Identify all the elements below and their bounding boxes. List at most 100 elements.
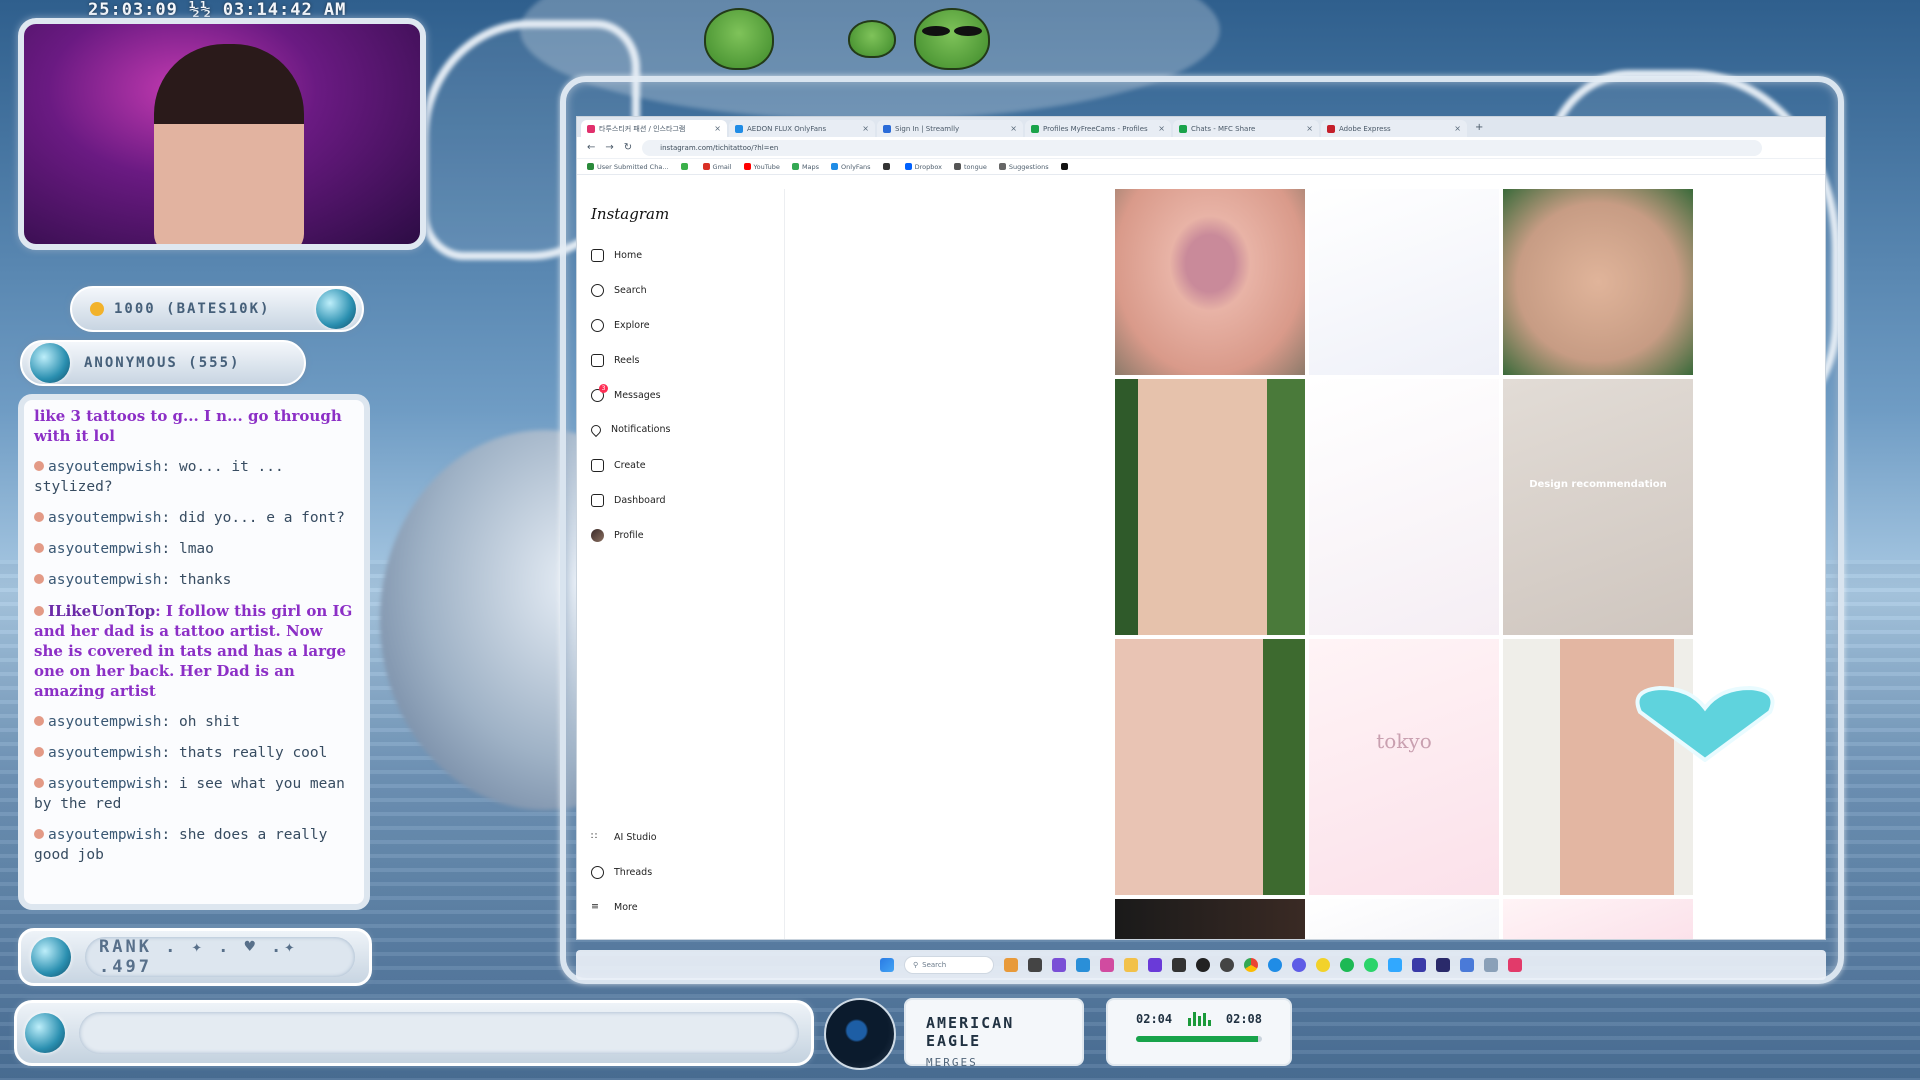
instagram-post[interactable] — [1309, 899, 1499, 939]
app-icon[interactable] — [1508, 958, 1522, 972]
ig-nav-threads[interactable]: Threads — [591, 866, 652, 879]
app-icon[interactable] — [1220, 958, 1234, 972]
bookmark-item[interactable]: Maps — [791, 163, 819, 171]
ig-nav-create[interactable]: Create — [591, 459, 646, 472]
ig-nav-home[interactable]: Home — [591, 249, 642, 262]
browser-window: 타투스티커 패션 / 인스타그램 × AEDON FLUX OnlyFans × Sig… — [576, 116, 1826, 940]
ig-nav-search[interactable]: Search — [591, 284, 647, 297]
new-tab-icon[interactable]: + — [1475, 122, 1483, 133]
bookmark-item[interactable]: User Submitted Cha... — [587, 163, 669, 171]
ig-nav-notifications[interactable]: Notifications — [588, 422, 670, 437]
song-progress-fill — [1136, 1036, 1259, 1042]
file-explorer-icon[interactable] — [1124, 958, 1138, 972]
app-icon[interactable] — [1148, 958, 1162, 972]
instagram-post[interactable] — [1115, 639, 1305, 895]
app-icon[interactable] — [1316, 958, 1330, 972]
close-tab-icon[interactable]: × — [862, 124, 869, 133]
app-icon[interactable] — [1196, 958, 1210, 972]
instagram-post[interactable] — [1309, 189, 1499, 375]
last-donor-text: ANONYMOUS (555) — [84, 355, 241, 371]
bookmark-item[interactable]: Dropbox — [904, 163, 942, 171]
ig-nav-dashboard[interactable]: Dashboard — [591, 494, 666, 507]
app-icon[interactable] — [1172, 958, 1186, 972]
close-tab-icon[interactable]: × — [1010, 124, 1017, 133]
instagram-post[interactable]: Design recommendation — [1503, 379, 1693, 635]
bookmark-item[interactable] — [1060, 163, 1071, 170]
chat-username[interactable]: asyoutempwish — [48, 827, 162, 843]
chat-username[interactable]: asyoutempwish — [48, 459, 162, 475]
bookmark-item[interactable] — [680, 163, 691, 170]
instagram-logo[interactable]: Instagram — [591, 205, 669, 223]
close-tab-icon[interactable]: × — [714, 124, 721, 133]
app-icon[interactable] — [1268, 958, 1282, 972]
bookmark-icon — [882, 163, 890, 170]
ig-nav-label: Dashboard — [614, 495, 666, 506]
bookmark-item[interactable]: Suggestions — [998, 163, 1049, 171]
app-icon[interactable] — [1364, 958, 1378, 972]
chat-message: like 3 tattoos to g... I n... go through… — [34, 406, 354, 446]
bookmark-item[interactable] — [882, 163, 893, 170]
bookmark-item[interactable]: OnlyFans — [831, 163, 871, 171]
task-view-icon[interactable] — [1028, 958, 1042, 972]
chat-username[interactable]: asyoutempwish — [48, 572, 162, 588]
app-icon[interactable] — [1076, 958, 1090, 972]
bookmark-item[interactable]: tongue — [953, 163, 987, 171]
windows-start-icon[interactable] — [880, 958, 894, 972]
ig-nav-reels[interactable]: Reels — [591, 354, 639, 367]
reload-icon[interactable]: ↻ — [624, 142, 632, 153]
address-bar[interactable]: instagram.com/tichitattoo/?hl=en — [642, 139, 1763, 156]
browser-tab[interactable]: AEDON FLUX OnlyFans × — [729, 120, 875, 137]
bookmark-item[interactable]: YouTube — [743, 162, 780, 171]
bookmark-icon — [904, 163, 912, 170]
chat-panel[interactable]: like 3 tattoos to g... I n... go through… — [18, 394, 370, 910]
user-badge-icon — [34, 747, 44, 757]
app-icon[interactable] — [1412, 958, 1426, 972]
instagram-post[interactable] — [1115, 899, 1305, 939]
close-tab-icon[interactable]: × — [1306, 124, 1313, 133]
back-icon[interactable]: ← — [587, 142, 595, 153]
chrome-icon[interactable] — [1244, 958, 1258, 972]
ig-nav-label: Threads — [614, 867, 653, 878]
ig-nav-explore[interactable]: Explore — [591, 319, 650, 332]
app-icon[interactable] — [1100, 958, 1114, 972]
instagram-post[interactable] — [1503, 639, 1693, 895]
browser-tab[interactable]: 타투스티커 패션 / 인스타그램 × — [581, 120, 727, 137]
instagram-post[interactable] — [1115, 379, 1305, 635]
app-icon[interactable] — [1484, 958, 1498, 972]
windows-taskbar: ⚲ Search — [576, 950, 1826, 980]
chat-username[interactable]: asyoutempwish — [48, 510, 162, 526]
browser-tab[interactable]: Chats - MFC Share × — [1173, 120, 1319, 137]
app-icon[interactable] — [1460, 958, 1474, 972]
instagram-post[interactable] — [1503, 899, 1693, 939]
ig-nav-messages[interactable]: 3 Messages — [591, 384, 661, 402]
chat-username[interactable]: asyoutempwish — [48, 541, 162, 557]
app-icon[interactable] — [1436, 958, 1450, 972]
instagram-post[interactable] — [1309, 379, 1499, 635]
user-badge-icon — [34, 574, 44, 584]
taskbar-search[interactable]: ⚲ Search — [904, 956, 994, 974]
instagram-post[interactable] — [1503, 189, 1693, 375]
instagram-post[interactable]: tokyo — [1309, 639, 1499, 895]
app-icon[interactable] — [1292, 958, 1306, 972]
browser-tab[interactable]: Profiles MyFreeCams - Profiles × — [1025, 120, 1171, 137]
spotify-icon[interactable] — [1340, 958, 1354, 972]
chat-username[interactable]: ILikeUonTop — [48, 602, 155, 620]
ig-nav-profile[interactable]: Profile — [591, 529, 644, 542]
ig-nav-ai-studio[interactable]: ∷ AI Studio — [591, 831, 657, 844]
forward-icon[interactable]: → — [605, 142, 613, 153]
app-icon[interactable] — [1052, 958, 1066, 972]
bookmark-label: YouTube — [753, 162, 780, 171]
bookmark-icon — [702, 163, 710, 170]
chat-username[interactable]: asyoutempwish — [48, 714, 162, 730]
app-icon[interactable] — [1388, 958, 1402, 972]
browser-tab[interactable]: Sign In | Streamlly × — [877, 120, 1023, 137]
widgets-icon[interactable] — [1004, 958, 1018, 972]
instagram-post[interactable] — [1115, 189, 1305, 375]
close-tab-icon[interactable]: × — [1454, 124, 1461, 133]
chat-username[interactable]: asyoutempwish — [48, 776, 162, 792]
browser-tab[interactable]: Adobe Express × — [1321, 120, 1467, 137]
ig-nav-more[interactable]: ≡ More — [591, 901, 638, 914]
chat-username[interactable]: asyoutempwish — [48, 745, 162, 761]
bookmark-item[interactable]: Gmail — [702, 163, 732, 171]
close-tab-icon[interactable]: × — [1158, 124, 1165, 133]
